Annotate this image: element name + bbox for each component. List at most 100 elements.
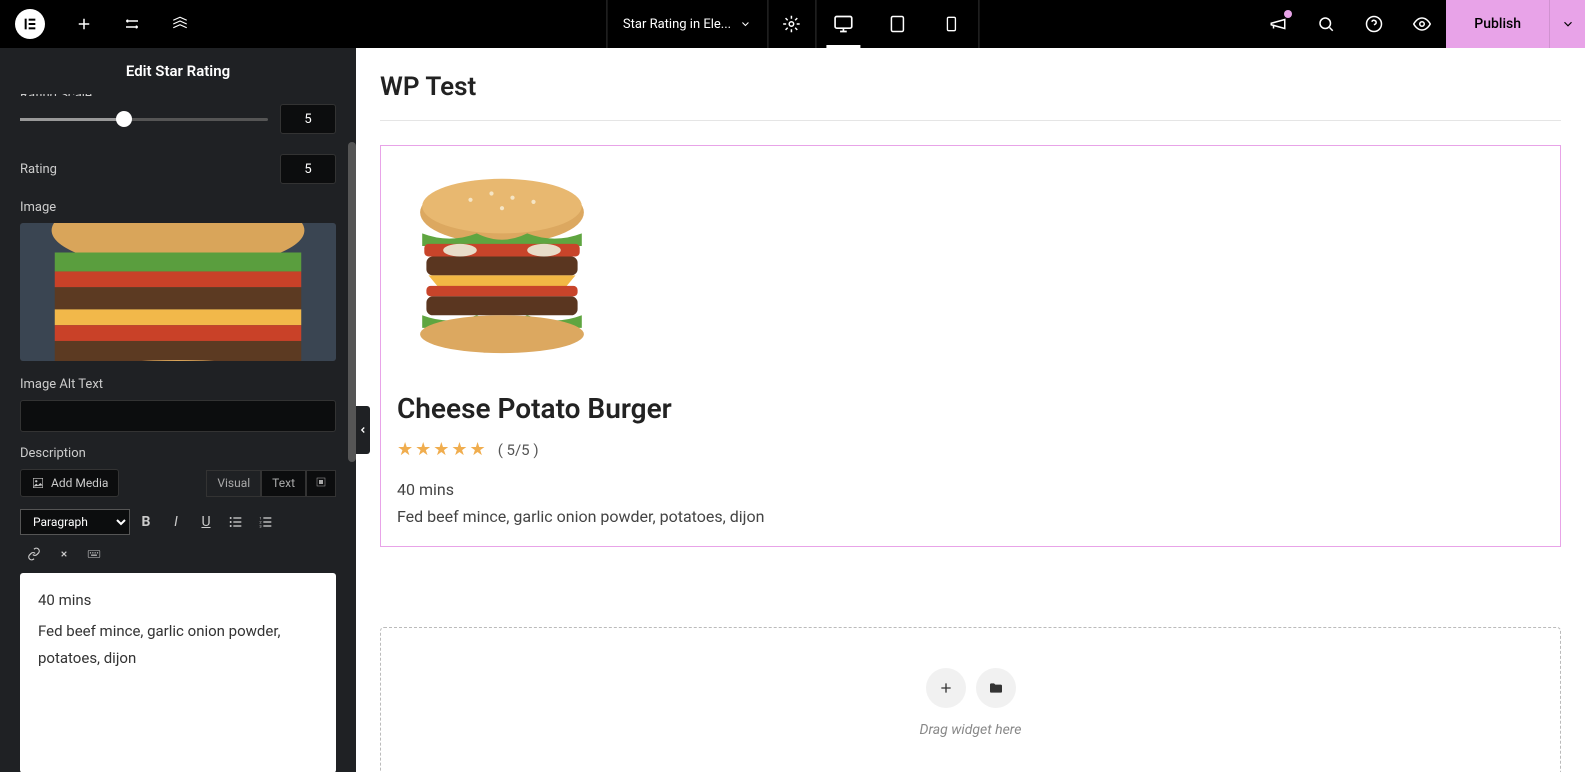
page-settings-button[interactable] (768, 0, 816, 48)
scrollbar-thumb[interactable] (348, 142, 356, 462)
wysiwyg-toolbar-2 (20, 541, 336, 573)
bullet-list-button[interactable] (222, 509, 250, 535)
help-icon (1365, 15, 1383, 33)
unlink-icon (57, 547, 71, 561)
rating-label: Rating (20, 162, 57, 177)
underline-button[interactable]: U (192, 509, 220, 535)
keyboard-button[interactable] (80, 541, 108, 567)
preview-button[interactable] (1398, 0, 1446, 48)
wysiwyg-toolbar: Paragraph B I U 123 (20, 503, 336, 541)
image-alt-label: Image Alt Text (20, 377, 336, 392)
sidebar-content: Rating Scale Rating Image (0, 94, 356, 772)
dropzone[interactable]: Drag widget here (380, 627, 1561, 772)
keyboard-icon (87, 547, 101, 561)
topbar: Star Rating in Ele... (0, 0, 1585, 48)
add-media-button[interactable]: Add Media (20, 469, 119, 497)
format-select[interactable]: Paragraph (20, 509, 130, 535)
rating-scale-label-cut: Rating Scale (20, 94, 336, 96)
rating-scale-slider[interactable] (20, 118, 268, 121)
sidebar-header: Edit Star Rating (0, 48, 356, 94)
page-selector[interactable]: Star Rating in Ele... (606, 0, 768, 48)
whats-new-button[interactable] (1254, 0, 1302, 48)
widget-desc-line: Fed beef mince, garlic onion powder, pot… (397, 503, 1544, 530)
image-alt-input[interactable] (20, 400, 336, 432)
description-label: Description (20, 446, 336, 461)
topbar-right: Publish (1254, 0, 1585, 48)
rating-row: ★★★★★ ( 5/5 ) (397, 439, 1544, 460)
tab-visual[interactable]: Visual (206, 470, 261, 497)
add-widget-button[interactable] (926, 668, 966, 708)
image-label: Image (20, 200, 336, 215)
canvas: WP Test Cheese Pota (356, 48, 1585, 772)
device-desktop-button[interactable] (816, 0, 870, 48)
sidebar: Edit Star Rating Rating Scale Rating Ima… (0, 48, 356, 772)
ol-icon: 123 (258, 514, 274, 530)
megaphone-icon (1269, 15, 1287, 33)
dropzone-buttons (926, 668, 1016, 708)
chevron-down-icon (739, 18, 751, 30)
help-button[interactable] (1350, 0, 1398, 48)
main: Edit Star Rating Rating Scale Rating Ima… (0, 48, 1585, 772)
rating-scale-input[interactable] (280, 104, 336, 134)
svg-text:3: 3 (259, 523, 261, 528)
notification-dot (1284, 10, 1292, 18)
mobile-icon (943, 16, 959, 32)
rating-text: ( 5/5 ) (498, 441, 539, 459)
add-element-button[interactable] (60, 0, 108, 48)
search-icon (1317, 15, 1335, 33)
italic-button[interactable]: I (162, 509, 190, 535)
chevron-down-icon (1561, 17, 1575, 31)
link-button[interactable] (20, 541, 48, 567)
burger-thumbnail (20, 223, 336, 361)
tab-text[interactable]: Text (261, 470, 306, 497)
plus-icon (938, 680, 954, 696)
device-mobile-button[interactable] (924, 0, 978, 48)
description-editor[interactable]: 40 mins Fed beef mince, garlic onion pow… (20, 573, 336, 772)
widget-title: Cheese Potato Burger (397, 392, 1544, 425)
elementor-logo[interactable] (0, 0, 60, 48)
editor-line: 40 mins (38, 587, 318, 614)
star-rating-widget[interactable]: Cheese Potato Burger ★★★★★ ( 5/5 ) 40 mi… (380, 145, 1561, 547)
topbar-center: Star Rating in Ele... (606, 0, 979, 48)
rating-scale-row (20, 104, 336, 134)
rating-row: Rating (20, 154, 336, 184)
divider (380, 120, 1561, 121)
page-selector-text: Star Rating in Ele... (623, 17, 731, 32)
collapse-sidebar-button[interactable] (356, 406, 370, 454)
editor-tabs: Visual Text (206, 470, 336, 497)
site-settings-button[interactable] (108, 0, 156, 48)
unlink-button[interactable] (50, 541, 78, 567)
topbar-left (0, 0, 204, 48)
add-media-label: Add Media (51, 476, 108, 490)
widget-desc-line: 40 mins (397, 476, 1544, 503)
widget-image (397, 162, 607, 372)
rating-input[interactable] (280, 154, 336, 184)
site-title: WP Test (380, 72, 1561, 102)
editor-line: Fed beef mince, garlic onion powder, pot… (38, 618, 318, 672)
tab-fullscreen[interactable] (306, 470, 336, 497)
media-icon (31, 476, 45, 490)
image-picker[interactable] (20, 223, 336, 361)
dropzone-hint: Drag widget here (920, 722, 1022, 738)
device-tablet-button[interactable] (870, 0, 924, 48)
chevron-left-icon (358, 425, 368, 435)
ul-icon (228, 514, 244, 530)
star-icons: ★★★★★ (397, 439, 488, 460)
device-switcher (816, 0, 979, 48)
tablet-icon (888, 15, 906, 33)
slider-fill (20, 118, 124, 121)
desktop-icon (833, 14, 853, 34)
template-library-button[interactable] (976, 668, 1016, 708)
number-list-button[interactable]: 123 (252, 509, 280, 535)
bold-button[interactable]: B (132, 509, 160, 535)
slider-thumb[interactable] (116, 111, 132, 127)
elementor-logo-icon (15, 9, 45, 39)
finder-button[interactable] (1302, 0, 1350, 48)
folder-icon (988, 680, 1004, 696)
publish-dropdown-button[interactable] (1549, 0, 1585, 48)
publish-button[interactable]: Publish (1446, 0, 1549, 48)
media-toolbar: Add Media Visual Text (20, 469, 336, 497)
structure-button[interactable] (156, 0, 204, 48)
expand-icon (315, 476, 327, 488)
eye-icon (1413, 15, 1431, 33)
